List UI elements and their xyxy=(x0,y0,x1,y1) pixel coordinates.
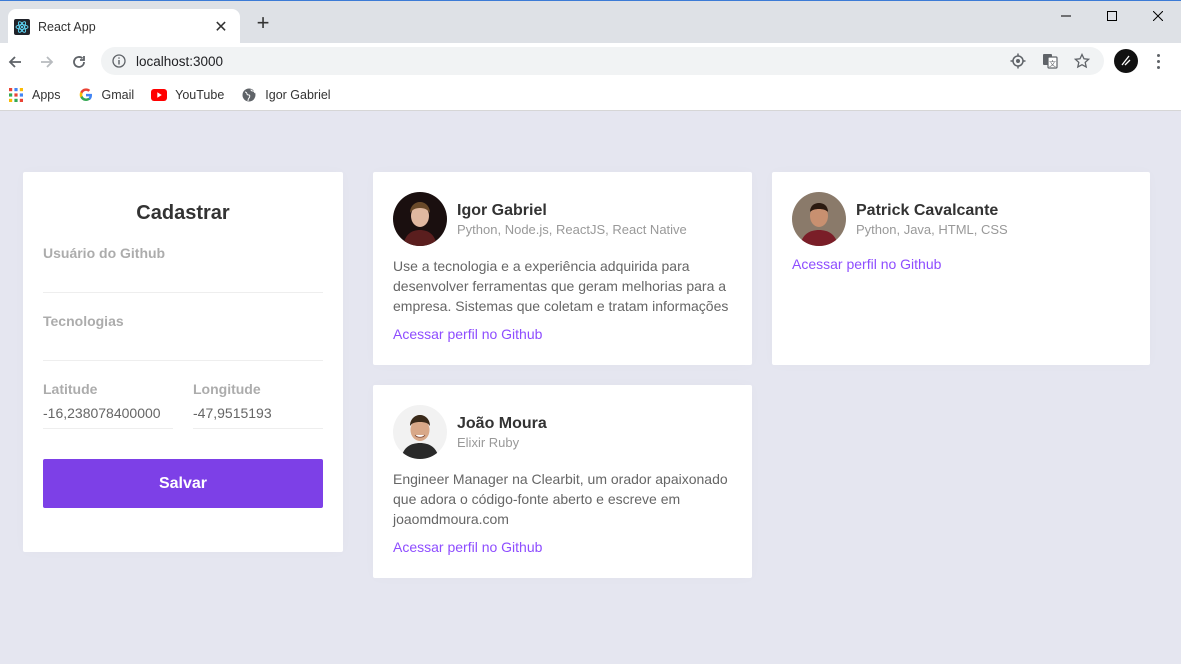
bookmark-star-icon[interactable] xyxy=(1072,51,1092,71)
avatar xyxy=(792,192,846,246)
browser-toolbar: localhost:3000 文 xyxy=(0,43,1181,79)
latitude-label: Latitude xyxy=(43,381,98,397)
maximize-icon[interactable] xyxy=(1089,1,1135,31)
form-title: Cadastrar xyxy=(136,202,230,224)
dev-name: Patrick Cavalcante xyxy=(856,201,999,219)
translate-icon[interactable]: 文 xyxy=(1040,51,1060,71)
techs-input[interactable] xyxy=(43,329,323,361)
new-tab-icon[interactable]: + xyxy=(252,12,274,35)
techs-field: Tecnologias xyxy=(43,313,323,361)
dev-card: Igor Gabriel Python, Node.js, ReactJS, R… xyxy=(373,172,752,365)
reload-icon[interactable] xyxy=(67,50,91,74)
youtube-icon xyxy=(151,87,168,103)
globe-icon xyxy=(241,87,257,103)
dev-card-header: Patrick Cavalcante Python, Java, HTML, C… xyxy=(792,192,1130,246)
apps-grid-icon xyxy=(8,87,24,103)
dev-card-header: João Moura Elixir Ruby xyxy=(393,405,732,459)
bookmark-igor-gabriel[interactable]: Igor Gabriel xyxy=(241,87,331,103)
google-icon xyxy=(78,87,94,103)
close-window-icon[interactable] xyxy=(1135,1,1181,31)
dev-techs: Python, Node.js, ReactJS, React Native xyxy=(457,221,687,237)
github-username-label: Usuário do Github xyxy=(43,245,166,261)
react-logo-icon xyxy=(14,18,30,35)
coordinates-group: Latitude Longitude xyxy=(43,381,323,449)
dev-info: João Moura Elixir Ruby xyxy=(457,415,547,450)
dev-info: Igor Gabriel Python, Node.js, ReactJS, R… xyxy=(457,202,687,237)
dev-card-header: Igor Gabriel Python, Node.js, ReactJS, R… xyxy=(393,192,732,246)
minimize-icon[interactable] xyxy=(1043,1,1089,31)
bookmark-youtube[interactable]: YouTube xyxy=(151,87,224,103)
dev-name: Igor Gabriel xyxy=(457,201,547,219)
browser-menu-icon[interactable] xyxy=(1150,51,1166,71)
dev-info: Patrick Cavalcante Python, Java, HTML, C… xyxy=(856,202,1008,237)
back-icon[interactable] xyxy=(3,50,27,74)
dev-techs: Python, Java, HTML, CSS xyxy=(856,221,1008,237)
longitude-field: Longitude xyxy=(193,381,323,429)
github-profile-link[interactable]: Acessar perfil no Github xyxy=(393,326,732,342)
latitude-field: Latitude xyxy=(43,381,173,429)
techs-label: Tecnologias xyxy=(43,313,124,329)
dev-bio: Engineer Manager na Clearbit, um orador … xyxy=(393,471,728,527)
bookmarks-bar: Apps Gmail YouTube Igor Gabriel xyxy=(0,79,1181,111)
info-icon[interactable] xyxy=(110,52,128,70)
register-form-panel: Cadastrar Usuário do Github Tecnologias … xyxy=(23,172,343,552)
longitude-input[interactable] xyxy=(193,397,323,429)
dev-name: João Moura xyxy=(457,414,547,432)
avatar xyxy=(393,192,447,246)
browser-titlebar: React App ✕ + xyxy=(0,0,1181,44)
github-profile-link[interactable]: Acessar perfil no Github xyxy=(792,256,1130,272)
bookmark-label: YouTube xyxy=(175,87,225,102)
latitude-input[interactable] xyxy=(43,397,173,429)
profile-avatar-icon[interactable] xyxy=(1114,49,1138,73)
github-username-field: Usuário do Github xyxy=(43,245,323,293)
bookmark-label: Apps xyxy=(32,87,61,102)
tab-title: React App xyxy=(38,19,96,34)
address-bar[interactable]: localhost:3000 文 xyxy=(101,47,1104,75)
github-profile-link[interactable]: Acessar perfil no Github xyxy=(393,539,732,555)
bookmark-gmail[interactable]: Gmail xyxy=(78,87,135,103)
location-icon[interactable] xyxy=(1008,51,1028,71)
dev-techs: Elixir Ruby xyxy=(457,434,520,450)
bookmark-label: Igor Gabriel xyxy=(265,87,331,102)
forward-icon[interactable] xyxy=(35,50,59,74)
url-text: localhost:3000 xyxy=(136,53,224,69)
window-controls xyxy=(1043,1,1181,31)
bookmark-apps[interactable]: Apps xyxy=(8,87,61,103)
dev-bio: Use a tecnologia e a experiência adquiri… xyxy=(393,258,729,314)
avatar xyxy=(393,405,447,459)
dev-card: João Moura Elixir Ruby Engineer Manager … xyxy=(373,385,752,578)
github-username-input[interactable] xyxy=(43,261,323,293)
dev-card: Patrick Cavalcante Python, Java, HTML, C… xyxy=(772,172,1150,365)
longitude-label: Longitude xyxy=(193,381,261,397)
browser-tab[interactable]: React App ✕ xyxy=(8,9,240,44)
tab-close-icon[interactable]: ✕ xyxy=(212,17,230,37)
svg-text:文: 文 xyxy=(1049,59,1056,68)
save-button[interactable]: Salvar xyxy=(43,459,323,508)
bookmark-label: Gmail xyxy=(101,87,135,102)
